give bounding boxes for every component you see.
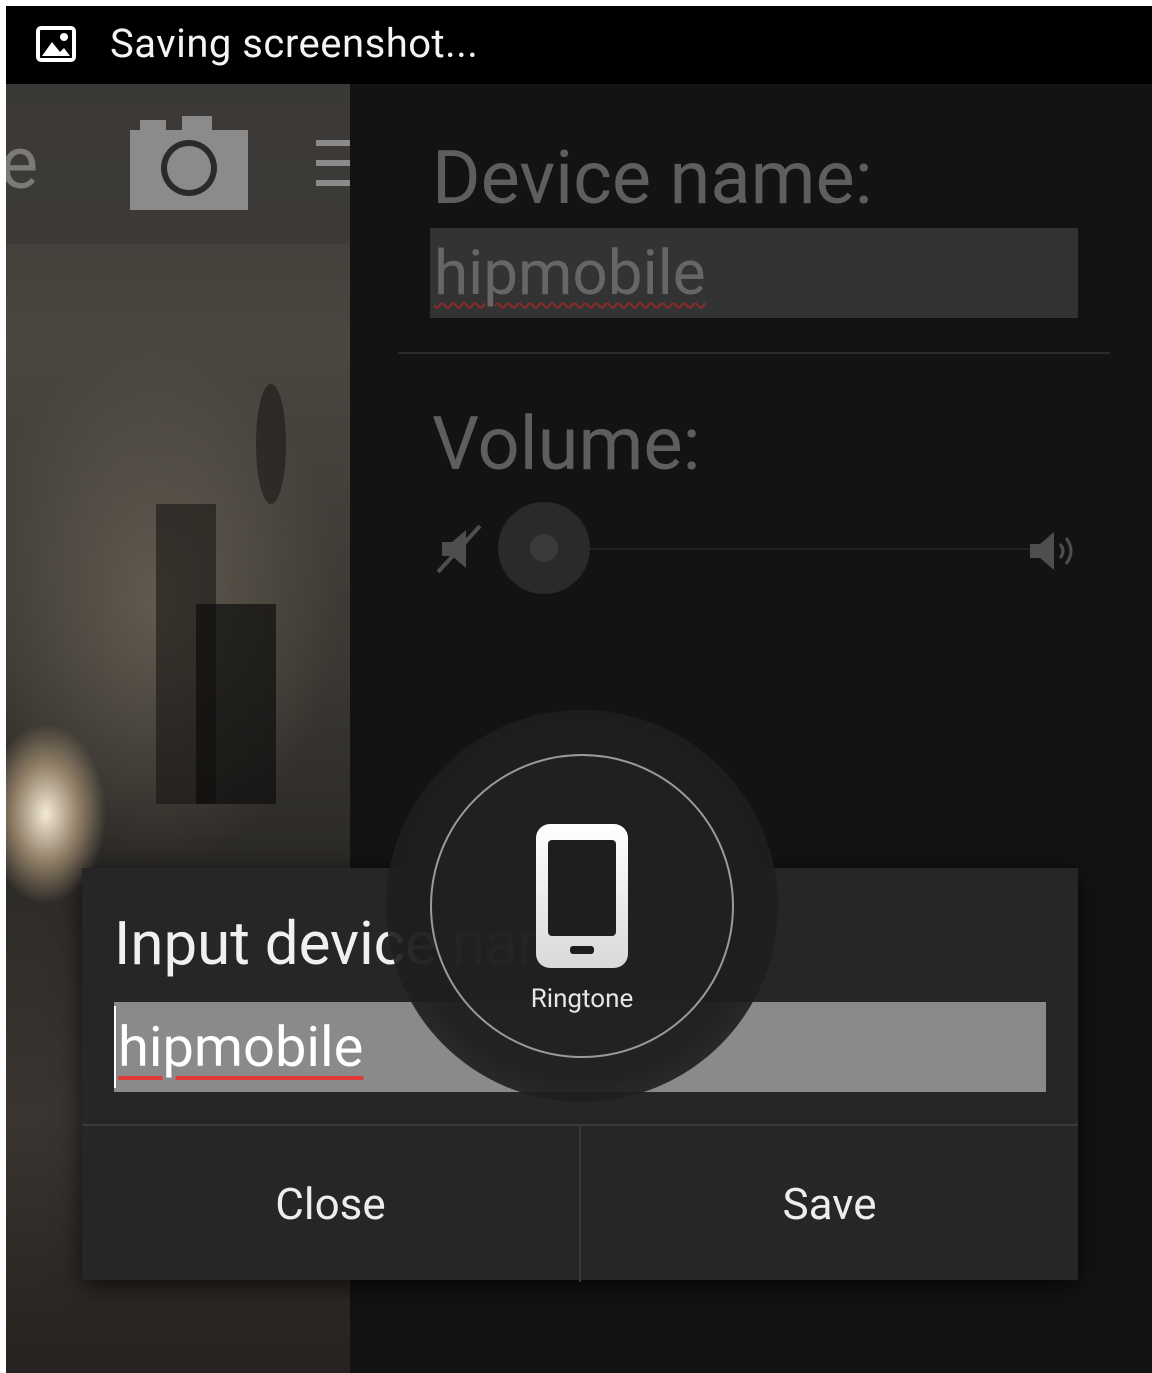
device-screen: e Device name: hipmobile Volume: Saving …: [6, 6, 1152, 1373]
volume-slider[interactable]: [436, 496, 1086, 596]
ringtone-label: Ringtone: [530, 984, 634, 1014]
speaker-icon: [1030, 532, 1073, 570]
device-name-input-value: hipmobile: [118, 1014, 364, 1080]
device-name-value: hipmobile: [434, 237, 706, 310]
slider-thumb-center: [530, 534, 558, 562]
slider-thumb[interactable]: [498, 502, 590, 594]
close-button[interactable]: Close: [82, 1126, 581, 1282]
camera-icon[interactable]: [130, 116, 248, 210]
status-bar: Saving screenshot...: [6, 6, 1152, 84]
text-cursor: [114, 1006, 116, 1088]
device-name-label: Device name:: [432, 135, 873, 222]
mute-icon: [436, 524, 482, 574]
volume-label: Volume:: [432, 401, 701, 488]
ringer-ring[interactable]: Ringtone: [430, 754, 734, 1058]
dialog-button-bar: Close Save: [82, 1124, 1078, 1282]
ringer-volume-overlay: Ringtone: [386, 710, 778, 1102]
device-name-field[interactable]: hipmobile: [430, 228, 1078, 318]
camera-toolbar: e: [6, 84, 350, 244]
save-button[interactable]: Save: [581, 1126, 1078, 1282]
phone-icon: [536, 824, 628, 968]
slider-track: [540, 548, 1050, 550]
camera-mode-label: e: [6, 121, 39, 206]
menu-icon[interactable]: [316, 140, 350, 190]
status-text: Saving screenshot...: [110, 20, 479, 67]
image-icon: [36, 26, 76, 62]
divider: [398, 352, 1110, 354]
